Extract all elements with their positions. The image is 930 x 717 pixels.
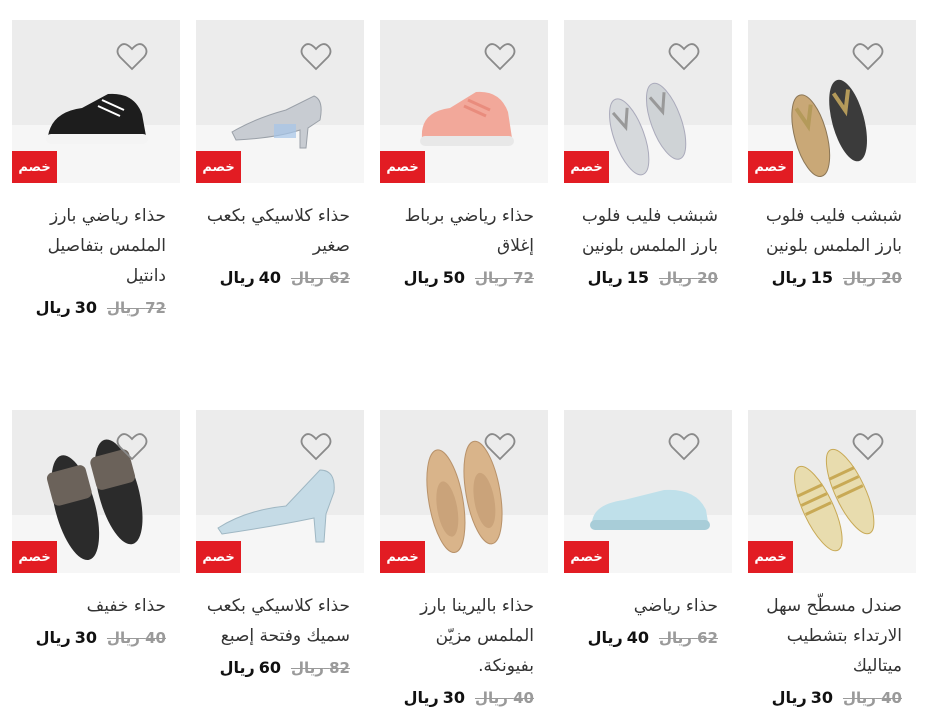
- product-card[interactable]: خصم حذاء خفيف 40 ريال 30ريال: [12, 410, 180, 651]
- currency-label: ريال: [587, 268, 623, 287]
- product-title[interactable]: شبشب فليب فلوب بارز الملمس بلونين: [564, 201, 732, 261]
- old-price: 40 ريال: [842, 689, 902, 707]
- currency-label: ريال: [219, 268, 255, 287]
- product-card[interactable]: خصم صندل مسطّح سهل الارتداء بتشطيب ميتالي…: [748, 410, 916, 711]
- product-title[interactable]: حذاء باليرينا بارز الملمس مزيّن بفيونكة.: [380, 591, 548, 681]
- heart-icon[interactable]: [852, 42, 884, 72]
- product-card[interactable]: خصم حذاء رياضي 62 ريال 40ريال: [564, 410, 732, 651]
- discount-badge: خصم: [12, 541, 57, 573]
- currency-label: ريال: [35, 628, 71, 647]
- heart-icon[interactable]: [852, 432, 884, 462]
- product-title[interactable]: حذاء رياضي برباط إغلاق: [380, 201, 548, 261]
- old-price: 20 ريال: [658, 269, 718, 287]
- old-price: 62 ريال: [658, 629, 718, 647]
- old-price: 20 ريال: [842, 269, 902, 287]
- product-price: 40 ريال 30ريال: [748, 685, 916, 711]
- product-image[interactable]: خصم: [196, 410, 364, 573]
- old-price: 40 ريال: [474, 689, 534, 707]
- currency-label: ريال: [771, 688, 807, 707]
- product-image[interactable]: خصم: [564, 410, 732, 573]
- new-price: 40: [626, 628, 649, 647]
- product-title[interactable]: حذاء كلاسيكي بكعب صغير: [196, 201, 364, 261]
- product-card[interactable]: خصم حذاء رياضي برباط إغلاق 72 ريال 50ريال: [380, 20, 548, 291]
- product-image[interactable]: خصم: [564, 20, 732, 183]
- heart-icon[interactable]: [300, 42, 332, 72]
- product-price: 72 ريال 50ريال: [380, 265, 548, 291]
- product-title[interactable]: شبشب فليب فلوب بارز الملمس بلونين: [748, 201, 916, 261]
- currency-label: ريال: [771, 268, 807, 287]
- old-price: 72 ريال: [474, 269, 534, 287]
- new-price: 15: [810, 268, 833, 287]
- product-card[interactable]: خصم شبشب فليب فلوب بارز الملمس بلونين 20 ر…: [748, 20, 916, 291]
- currency-label: ريال: [403, 688, 439, 707]
- product-card[interactable]: خصم حذاء رياضي بارز الملمس بتفاصيل دانتيل…: [12, 20, 180, 321]
- product-image[interactable]: خصم: [12, 410, 180, 573]
- product-card[interactable]: خصم حذاء كلاسيكي بكعب صغير 62 ريال 40ريال: [196, 20, 364, 291]
- product-image[interactable]: خصم: [748, 410, 916, 573]
- product-card[interactable]: خصم حذاء كلاسيكي بكعب سميك وفتحة إصبع 82 ر…: [196, 410, 364, 681]
- product-card[interactable]: خصم حذاء باليرينا بارز الملمس مزيّن بفيون…: [380, 410, 548, 711]
- old-price: 62 ريال: [290, 269, 350, 287]
- product-price: 20 ريال 15ريال: [564, 265, 732, 291]
- product-price: 62 ريال 40ريال: [564, 625, 732, 651]
- currency-label: ريال: [403, 268, 439, 287]
- discount-badge: خصم: [564, 541, 609, 573]
- heart-icon[interactable]: [116, 42, 148, 72]
- heart-icon[interactable]: [484, 432, 516, 462]
- product-title[interactable]: حذاء خفيف: [12, 591, 180, 621]
- product-grid: خصم شبشب فليب فلوب بارز الملمس بلونين 20 ر…: [0, 0, 930, 717]
- product-price: 20 ريال 15ريال: [748, 265, 916, 291]
- product-image[interactable]: خصم: [380, 410, 548, 573]
- product-title[interactable]: حذاء رياضي: [564, 591, 732, 621]
- discount-badge: خصم: [748, 151, 793, 183]
- product-title[interactable]: صندل مسطّح سهل الارتداء بتشطيب ميتاليك: [748, 591, 916, 681]
- heart-icon[interactable]: [484, 42, 516, 72]
- new-price: 30: [74, 628, 97, 647]
- product-image[interactable]: خصم: [380, 20, 548, 183]
- discount-badge: خصم: [196, 541, 241, 573]
- new-price: 50: [442, 268, 465, 287]
- heart-icon[interactable]: [300, 432, 332, 462]
- discount-badge: خصم: [380, 541, 425, 573]
- discount-badge: خصم: [12, 151, 57, 183]
- new-price: 15: [626, 268, 649, 287]
- new-price: 30: [810, 688, 833, 707]
- new-price: 60: [258, 658, 281, 677]
- discount-badge: خصم: [564, 151, 609, 183]
- discount-badge: خصم: [748, 541, 793, 573]
- currency-label: ريال: [587, 628, 623, 647]
- product-price: 82 ريال 60ريال: [196, 655, 364, 681]
- product-title[interactable]: حذاء رياضي بارز الملمس بتفاصيل دانتيل: [12, 201, 180, 291]
- new-price: 40: [258, 268, 281, 287]
- new-price: 30: [74, 298, 97, 317]
- product-image[interactable]: خصم: [12, 20, 180, 183]
- discount-badge: خصم: [196, 151, 241, 183]
- currency-label: ريال: [219, 658, 255, 677]
- product-price: 62 ريال 40ريال: [196, 265, 364, 291]
- product-image[interactable]: خصم: [748, 20, 916, 183]
- heart-icon[interactable]: [668, 42, 700, 72]
- product-image[interactable]: خصم: [196, 20, 364, 183]
- new-price: 30: [442, 688, 465, 707]
- product-price: 72 ريال 30ريال: [12, 295, 180, 321]
- old-price: 72 ريال: [106, 299, 166, 317]
- old-price: 82 ريال: [290, 659, 350, 677]
- product-card[interactable]: خصم شبشب فليب فلوب بارز الملمس بلونين 20 ر…: [564, 20, 732, 291]
- currency-label: ريال: [35, 298, 71, 317]
- product-price: 40 ريال 30ريال: [380, 685, 548, 711]
- product-price: 40 ريال 30ريال: [12, 625, 180, 651]
- heart-icon[interactable]: [668, 432, 700, 462]
- old-price: 40 ريال: [106, 629, 166, 647]
- heart-icon[interactable]: [116, 432, 148, 462]
- product-title[interactable]: حذاء كلاسيكي بكعب سميك وفتحة إصبع: [196, 591, 364, 651]
- discount-badge: خصم: [380, 151, 425, 183]
